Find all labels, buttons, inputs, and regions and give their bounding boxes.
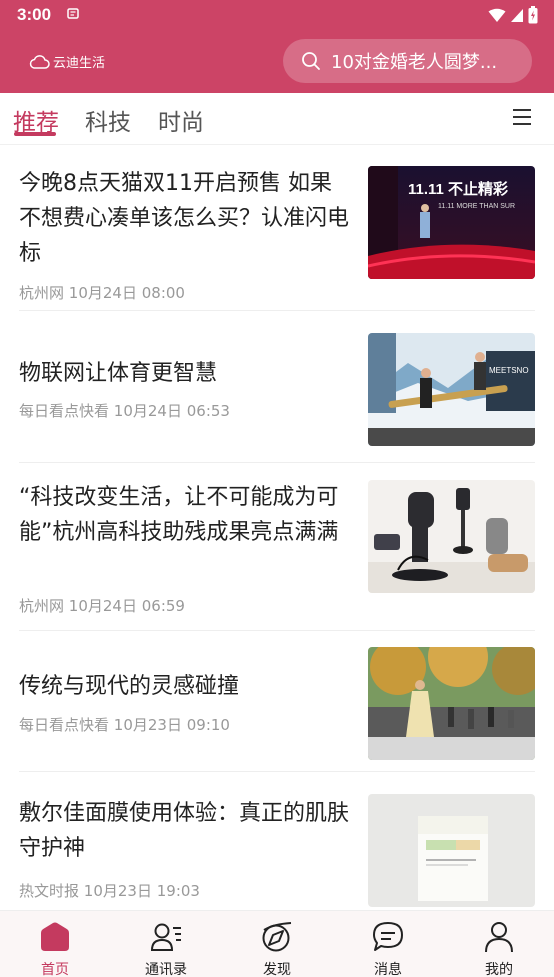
status-icons [488,6,538,24]
thumbnail-text: MEETSNO [489,366,529,375]
news-meta: 杭州网 10月24日 06:59 [19,595,185,616]
news-title: 敷尔佳面膜使用体验：真正的肌肤守护神 [19,801,350,861]
nav-contacts[interactable]: 通讯录 [111,911,221,977]
news-thumbnail [368,480,535,593]
profile-icon [485,922,513,953]
news-source: 每日看点快看 [19,716,110,734]
battery-icon [528,6,538,24]
news-date: 10月23日 19:03 [83,882,200,900]
tab-tech[interactable]: 科技 [85,103,131,137]
status-time: 3:00 [17,5,52,24]
cloud-icon [29,54,50,69]
news-item[interactable]: 物联网让体育更智慧 每日看点快看 10月24日 06:53 MEETSNO [19,333,535,448]
news-title: 今晚8点天猫双11开启预售 如果不想费心凑单该怎么买？认准闪电标 [19,171,350,266]
nav-label: 消息 [374,962,402,977]
news-date: 10月24日 06:59 [68,597,185,615]
news-source: 杭州网 [19,284,65,302]
news-source: 热文时报 [19,882,80,900]
notification-icon [67,8,79,19]
news-thumbnail [368,794,535,907]
news-source: 杭州网 [19,597,65,615]
news-meta: 每日看点快看 10月23日 09:10 [19,714,230,735]
thumbnail-subtext: 11.11 MORE THAN SUR [438,203,515,210]
divider [19,630,535,631]
nav-label: 首页 [41,962,69,977]
search-icon [302,52,320,70]
divider [19,771,535,772]
nav-messages[interactable]: 消息 [333,911,443,977]
search-bar[interactable]: 10对金婚老人圆梦... [283,39,532,83]
home-icon [41,922,69,951]
news-title: “科技改变生活，让不可能成为可能”杭州高科技助残成果亮点满满 [19,485,339,545]
news-item[interactable]: 今晚8点天猫双11开启预售 如果不想费心凑单该怎么买？认准闪电标 杭州网 10月… [19,166,535,302]
brand-name: 云迪生活 [53,56,106,71]
divider [19,462,535,463]
signal-icon [511,8,523,22]
nav-label: 我的 [485,962,513,977]
news-item[interactable]: 敷尔佳面膜使用体验：真正的肌肤守护神 热文时报 10月23日 19:03 [19,794,535,911]
news-feed: 今晚8点天猫双11开启预售 如果不想费心凑单该怎么买？认准闪电标 杭州网 10月… [0,146,554,911]
news-meta: 热文时报 10月23日 19:03 [19,880,200,901]
message-icon [373,922,403,951]
news-thumbnail: MEETSNO [368,333,535,446]
active-tab-indicator [14,132,56,136]
nav-home[interactable]: 首页 [0,911,110,977]
status-bar: 3:00 [0,0,554,32]
news-title: 物联网让体育更智慧 [19,361,218,386]
tab-fashion[interactable]: 时尚 [158,103,204,137]
brand-logo[interactable]: 云迪生活 [28,52,105,71]
news-item[interactable]: “科技改变生活，让不可能成为可能”杭州高科技助残成果亮点满满 杭州网 10月24… [19,480,535,620]
app-header: 3:00 云迪生活 10对金婚老人圆梦... [0,0,554,93]
nav-label: 通讯录 [145,962,187,977]
news-title: 传统与现代的灵感碰撞 [19,674,240,699]
news-date: 10月24日 06:53 [113,402,230,420]
category-tabs [0,93,554,145]
contacts-icon [150,923,181,951]
thumbnail-text: 11.11 不止精彩 [408,180,508,198]
nav-discover[interactable]: 发现 [222,911,332,977]
news-date: 10月24日 08:00 [68,284,185,302]
compass-icon [262,922,292,952]
news-thumbnail: 11.11 不止精彩 11.11 MORE THAN SUR [368,166,535,279]
news-meta: 杭州网 10月24日 08:00 [19,282,185,303]
news-date: 10月23日 09:10 [113,716,230,734]
news-thumbnail [368,647,535,760]
divider [19,310,535,311]
wifi-icon [488,8,506,22]
news-source: 每日看点快看 [19,402,110,420]
search-hint: 10对金婚老人圆梦... [331,52,498,73]
bottom-navigation: 首页 通讯录 发现 消息 我的 [0,910,554,977]
nav-label: 发现 [263,962,291,977]
menu-icon[interactable] [512,108,532,126]
nav-profile[interactable]: 我的 [444,911,554,977]
news-item[interactable]: 传统与现代的灵感碰撞 每日看点快看 10月23日 09:10 [19,647,535,762]
news-meta: 每日看点快看 10月24日 06:53 [19,400,230,421]
